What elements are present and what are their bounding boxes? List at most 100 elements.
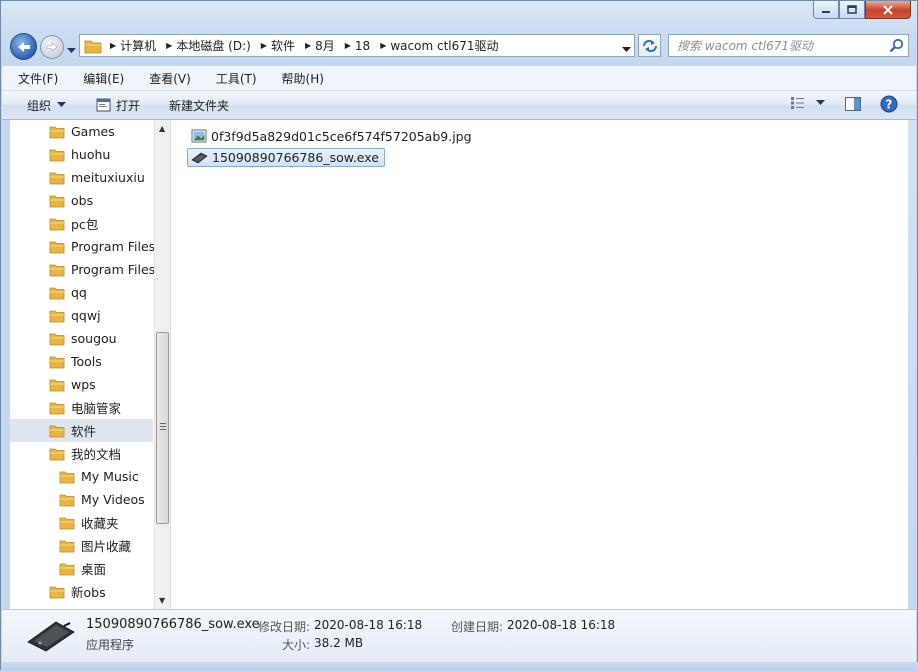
minimize-icon	[822, 10, 830, 13]
sidebar-item[interactable]: huohu	[10, 143, 153, 166]
sidebar-item[interactable]: qqwj	[10, 304, 153, 327]
file-list: 0f3f9d5a829d01c5ce6f574f57205ab9.jpg 150…	[171, 120, 909, 609]
file-item-jpg[interactable]: 0f3f9d5a829d01c5ce6f574f57205ab9.jpg	[188, 127, 477, 146]
breadcrumb-item[interactable]: 软件	[269, 37, 301, 54]
sidebar-item[interactable]: sougou	[10, 327, 153, 350]
sidebar-item-label: 桌面	[81, 562, 107, 577]
folder-icon	[49, 287, 65, 299]
sidebar-item[interactable]: 电脑管家	[10, 396, 153, 419]
navigation-scrollbar[interactable]: ▲ ▼	[154, 120, 170, 609]
breadcrumb-separator[interactable]: ▶	[341, 41, 353, 50]
organize-button[interactable]: 组织	[27, 94, 67, 116]
preview-pane-button[interactable]	[845, 97, 861, 114]
help-icon: ?	[880, 95, 898, 113]
folder-icon	[49, 356, 65, 368]
scroll-down-arrow[interactable]: ▼	[159, 596, 165, 605]
scroll-up-arrow[interactable]: ▲	[159, 124, 165, 133]
breadcrumb-separator[interactable]: ▶	[257, 41, 269, 50]
sidebar-item-label: wps	[71, 377, 96, 392]
folder-icon	[49, 425, 65, 437]
sidebar-item[interactable]: pc包	[10, 212, 153, 235]
size-label: 大小:	[282, 638, 311, 652]
breadcrumb-item[interactable]: 计算机	[118, 37, 162, 54]
breadcrumb-item[interactable]: 8月	[313, 37, 341, 54]
file-item-exe[interactable]: 15090890766786_sow.exe	[187, 148, 385, 167]
chevron-down-icon	[816, 100, 825, 105]
sidebar-item[interactable]: qq	[10, 281, 153, 304]
minimize-button[interactable]	[813, 1, 839, 19]
executable-file-icon	[191, 152, 208, 163]
breadcrumb-item[interactable]: 本地磁盘 (D:)	[174, 37, 256, 54]
sidebar-item[interactable]: 我的文档	[10, 442, 153, 465]
open-label: 打开	[116, 98, 141, 113]
window-edge	[908, 120, 916, 609]
created-date-value: 2020-08-18 16:18	[507, 618, 616, 632]
sidebar-item[interactable]: My Videos	[10, 488, 153, 511]
caption-buttons	[813, 1, 911, 21]
breadcrumb-item[interactable]: wacom ctl671驱动	[388, 37, 504, 54]
folder-icon	[49, 241, 65, 253]
breadcrumb-separator[interactable]: ▶	[106, 41, 118, 50]
sidebar-item[interactable]: obs	[10, 189, 153, 212]
sidebar-item[interactable]: Tools	[10, 350, 153, 373]
folder-icon	[49, 379, 65, 391]
sidebar-item[interactable]: My Music	[10, 465, 153, 488]
sidebar-item[interactable]: meituxiuxiu	[10, 166, 153, 189]
sidebar-item[interactable]: wps	[10, 373, 153, 396]
organize-label: 组织	[27, 98, 52, 113]
sidebar-item[interactable]: Program Files	[10, 235, 156, 258]
maximize-button[interactable]	[839, 1, 865, 19]
search-input[interactable]: 搜索 wacom ctl671驱动	[668, 34, 909, 57]
folder-icon	[49, 333, 65, 345]
chevron-down-icon	[622, 47, 631, 52]
recent-pages-dropdown[interactable]	[67, 43, 76, 57]
breadcrumb-item[interactable]: 18	[353, 39, 376, 53]
address-dropdown[interactable]	[622, 42, 631, 56]
chevron-down-icon	[67, 48, 76, 53]
back-button[interactable]	[10, 33, 37, 60]
breadcrumb-separator[interactable]: ▶	[162, 41, 174, 50]
sidebar-item-label: Tools	[71, 354, 102, 369]
file-name: 15090890766786_sow.exe	[212, 150, 379, 165]
sidebar-item[interactable]: 桌面	[10, 557, 153, 580]
sidebar-item[interactable]: 新obs	[10, 580, 153, 603]
sidebar-item-label: 电脑管家	[71, 401, 122, 416]
view-options-button[interactable]	[790, 96, 825, 110]
command-bar: 组织 打开 新建文件夹 ?	[2, 91, 916, 120]
folder-icon	[59, 517, 75, 529]
breadcrumb-separator[interactable]: ▶	[376, 41, 388, 50]
created-date-label: 创建日期:	[451, 620, 504, 634]
folder-icon	[84, 40, 102, 53]
sidebar-item[interactable]: 图片收藏	[10, 534, 153, 557]
sidebar-item[interactable]: Program Files	[10, 258, 155, 281]
new-folder-button[interactable]: 新建文件夹	[169, 94, 229, 116]
search-icon[interactable]	[889, 38, 904, 53]
details-pane: 15090890766786_sow.exe 应用程序 修改日期: 2020-0…	[2, 609, 916, 662]
sidebar-item[interactable]: 软件	[10, 419, 153, 442]
sidebar-item-label: qq	[71, 285, 87, 300]
sidebar-item[interactable]: Games	[10, 120, 153, 143]
close-button[interactable]	[865, 1, 911, 19]
open-button[interactable]: 打开	[96, 94, 140, 116]
refresh-button[interactable]	[638, 34, 661, 57]
folder-tree: Games huohu meituxiuxiu obs pc包 Program Files…	[10, 120, 156, 603]
open-window-icon	[96, 98, 111, 111]
executable-file-icon	[27, 621, 75, 652]
menu-help[interactable]: 帮助(H)	[265, 70, 343, 87]
details-file-name: 15090890766786_sow.exe	[86, 617, 260, 632]
sidebar-item-label: qqwj	[71, 308, 101, 323]
help-button[interactable]: ?	[880, 95, 898, 116]
sidebar-item[interactable]: 收藏夹	[10, 511, 153, 534]
breadcrumb-separator[interactable]: ▶	[301, 41, 313, 50]
sidebar-item-label: huohu	[71, 147, 111, 162]
sidebar-item-label: 新obs	[71, 585, 106, 600]
forward-button[interactable]	[40, 35, 64, 59]
scrollbar-thumb[interactable]	[156, 332, 169, 524]
arrow-right-icon	[46, 42, 58, 52]
modified-date-label: 修改日期:	[258, 620, 311, 634]
image-file-icon	[191, 129, 207, 143]
folder-icon	[49, 172, 65, 184]
address-bar[interactable]: ▶ 计算机 ▶ 本地磁盘 (D:) ▶ 软件 ▶ 8月 ▶ 18 ▶ wacom…	[79, 34, 635, 57]
sidebar-item-label: Program Files	[71, 239, 156, 254]
view-list-icon	[791, 97, 804, 109]
